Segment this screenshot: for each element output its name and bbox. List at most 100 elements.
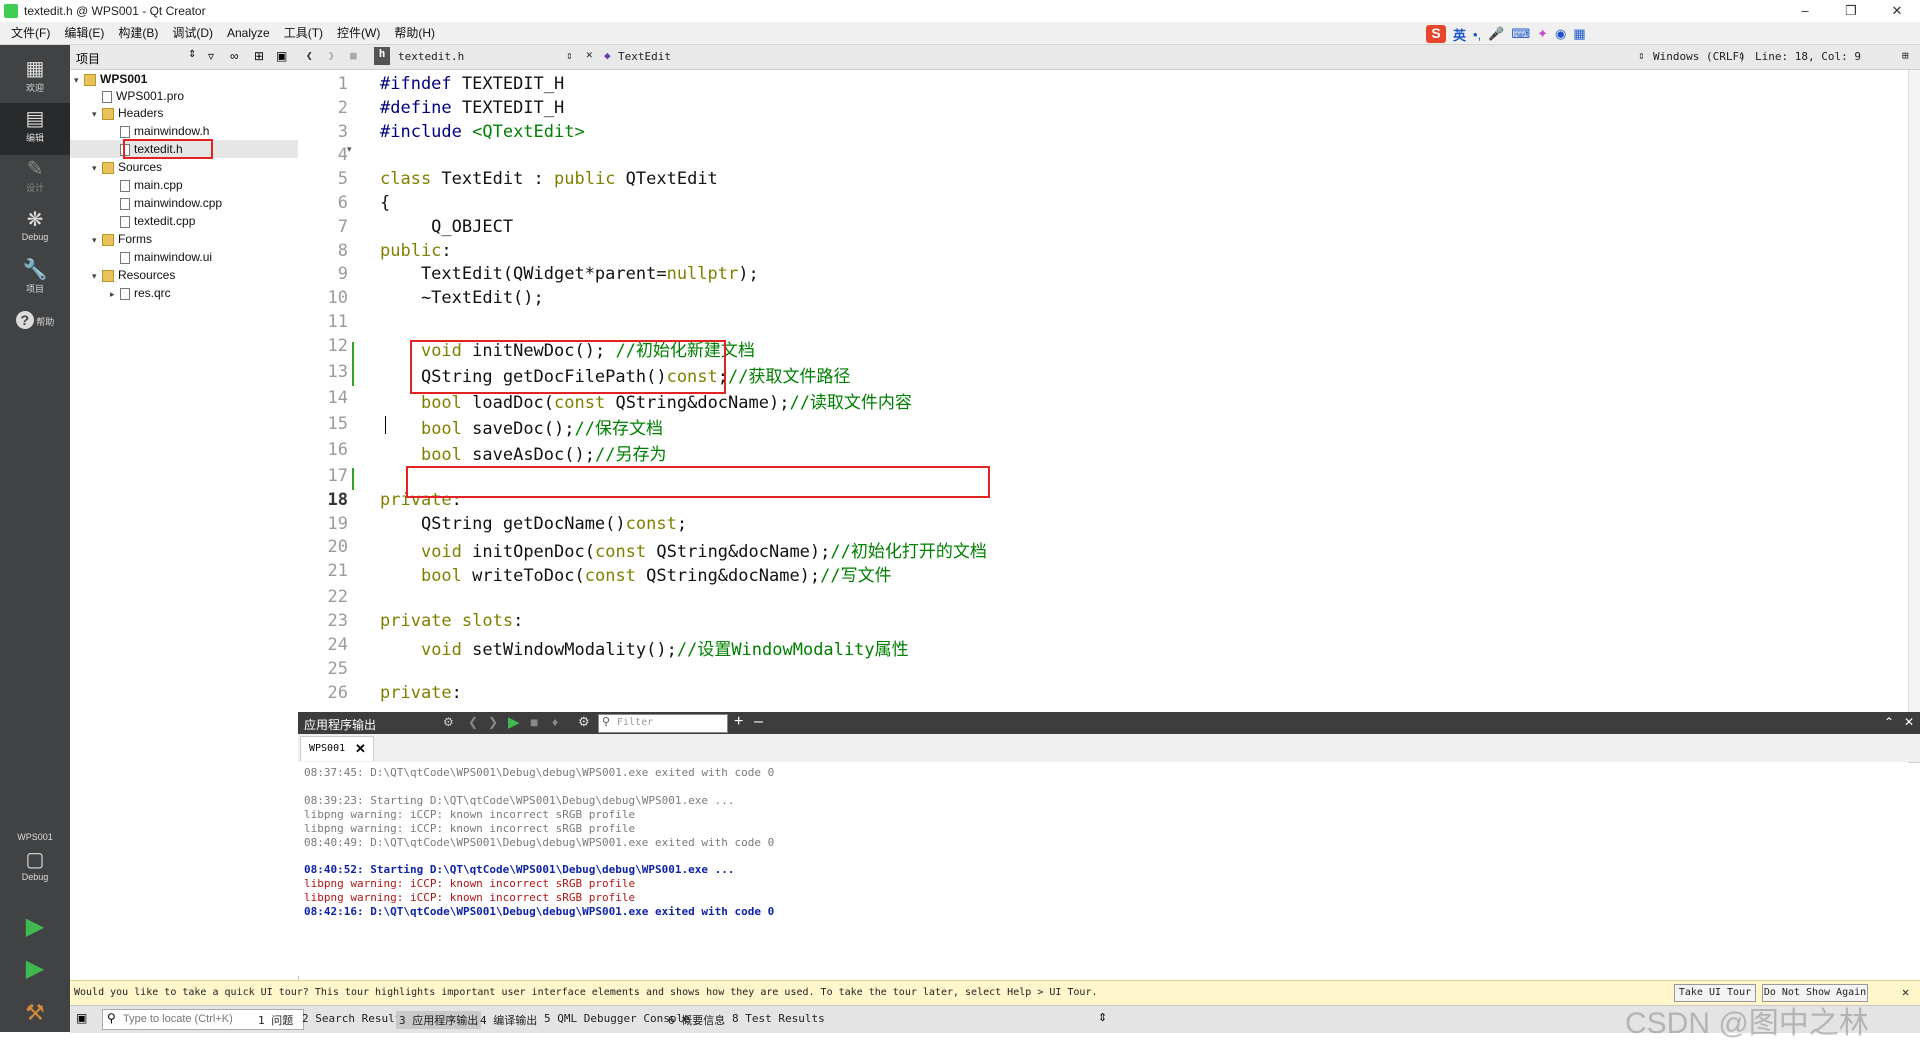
punctuation-icon[interactable]: •, [1473,27,1481,42]
tree-item-file[interactable]: WPS001.pro [92,87,184,105]
maximize-button[interactable]: ❐ [1828,0,1874,22]
tree-item-file[interactable]: mainwindow.h [110,122,209,140]
debug-run-button[interactable]: ▶ [0,957,70,991]
skin-icon[interactable]: ✦ [1537,26,1548,42]
code-token: public [380,240,442,261]
toolbox-icon[interactable]: ▦ [1573,26,1585,42]
cursor-position[interactable]: Line: 18, Col: 9 [1755,50,1861,63]
menu-item[interactable]: 编辑(E) [57,22,111,44]
code-token: void [420,542,473,563]
output-pane-tab[interactable]: 4 编译输出 [480,1012,537,1028]
tree-item-project[interactable]: ▾ WPS001 [74,70,147,88]
ime-lang[interactable]: 英 [1453,25,1466,44]
help-icon: ? [15,311,34,329]
tree-item-file[interactable]: main.cpp [110,176,183,194]
menu-item[interactable]: 文件(F) [4,22,57,44]
link-icon[interactable]: ∞ [230,49,239,63]
keyboard-icon[interactable]: ⌨ [1511,26,1530,42]
line-number: 6 [337,193,348,213]
mode-help[interactable]: ? 帮助 [0,308,70,354]
code-line: #define TEXTEDIT_H [380,98,564,118]
zoom-out-icon[interactable]: – [754,713,763,731]
code-token: TEXTEDIT_H [461,97,565,118]
forward-icon[interactable]: ❯ [328,49,335,62]
mode-welcome[interactable]: ▦ 欢迎 [0,57,70,103]
panel-combo-arrow-icon[interactable]: ⇕ [188,49,196,60]
output-pane-tab[interactable]: 8 Test Results [732,1012,825,1025]
tree-item-folder[interactable]: ▾ Forms [92,230,152,248]
menu-item[interactable]: 控件(W) [330,22,387,44]
microphone-icon[interactable]: 🎤 [1488,26,1504,42]
window-title: textedit.h @ WPS001 - Qt Creator [24,4,206,18]
back-icon[interactable]: ❮ [306,49,313,62]
line-ending-arrow-icon[interactable]: ⇕ [1738,49,1745,62]
fold-marker-icon[interactable]: ▾ [347,144,352,155]
split-icon[interactable]: ⊞ [254,49,264,63]
mode-edit[interactable]: ▤ 编辑 [0,103,70,155]
menu-item[interactable]: 调试(D) [165,22,220,44]
tree-item-file[interactable]: mainwindow.ui [110,248,212,266]
project-panel-title[interactable]: 项目 [76,50,100,67]
search-icon: ⚲ [107,1011,116,1025]
zoom-in-icon[interactable]: + [734,713,743,731]
close-document-icon[interactable]: ✕ [586,48,593,61]
symbol-combo[interactable]: TextEdit [618,50,671,63]
attach-debugger-icon[interactable]: ♦ [552,715,558,729]
menu-bar: 文件(F) 编辑(E) 构建(B) 调试(D) Analyze 工具(T) 控件(W) 帮助(… [0,22,1920,45]
tree-item-file[interactable]: ▸ res.qrc [110,284,171,302]
close-button[interactable]: ✕ [1874,0,1920,22]
output-line: 08:42:16: D:\QT\qtCode\WPS001\Debug\debu… [304,905,775,918]
output-pane-tab[interactable]: 3 应用程序输出 [396,1011,482,1029]
attach-icon[interactable]: ⚙ [443,715,454,729]
output-pane-tab[interactable]: 2 Search Results [302,1012,408,1025]
line-number: 8 [337,240,348,261]
close-tour-icon[interactable]: ✕ [1902,985,1909,999]
mode-design[interactable]: ✎ 设计 [0,157,70,203]
tree-item-folder[interactable]: ▾ Resources [92,266,175,284]
output-tab-wps001[interactable]: WPS001 ✕ [300,736,374,761]
file-combo-arrow-icon[interactable]: ⇕ [566,49,573,62]
output-pane-header: 应用程序输出 ⚙ ❮ ❯ ▶ ■ ♦ ⚙ ⚲ Filter + – ⌃ ✕ [298,712,1920,734]
menu-item[interactable]: 工具(T) [277,22,330,44]
title-bar: textedit.h @ WPS001 - Qt Creator – ❐ ✕ [0,0,1920,23]
tree-item-file[interactable]: mainwindow.cpp [110,194,222,212]
editor-scrollbar[interactable] [1908,70,1920,712]
filter-icon[interactable]: ▿ [208,49,214,63]
edit-icon: ▤ [25,108,45,130]
more-tabs-icon[interactable]: ⇕ [1098,1011,1107,1024]
toggle-sidebar-icon[interactable]: ▣ [76,1011,87,1025]
kit-selector[interactable]: ▢ Debug [0,848,70,894]
settings-icon[interactable]: ⚙ [578,714,590,730]
open-file-combo[interactable]: textedit.h [398,50,464,63]
tree-item-folder[interactable]: ▾ Sources [92,158,162,176]
filter-input[interactable]: ⚲ Filter [598,714,728,733]
sogou-logo-icon[interactable]: S [1426,25,1446,43]
menu-item[interactable]: Analyze [220,22,277,44]
close-panel-icon[interactable]: ▣ [276,49,287,63]
output-pane-tab[interactable]: 1 问题 [258,1012,293,1028]
menu-item[interactable]: 构建(B) [111,22,165,44]
line-ending-combo[interactable]: Windows (CRLF) [1653,50,1746,63]
mode-debug[interactable]: ❋ Debug [0,208,70,254]
close-pane-icon[interactable]: ✕ [1904,715,1914,729]
code-editor[interactable]: 1 2 3 4 5 6 7 8 9 10 11 12 13 14 15 16 17 18 19 20 21 22 23 24 2… [298,70,1908,712]
maximize-pane-icon[interactable]: ⌃ [1884,715,1894,729]
prev-icon[interactable]: ❮ [468,715,478,729]
next-icon[interactable]: ❯ [488,715,498,729]
run-button[interactable]: ▶ [0,915,70,949]
menu-item[interactable]: 帮助(H) [387,22,442,44]
symbol-combo-arrow-icon[interactable]: ⇕ [1638,49,1645,62]
tree-item-folder[interactable]: ▾ Headers [92,104,163,122]
split-editor-icon[interactable]: ⊞ [1902,49,1909,62]
build-button[interactable]: ⚒ [0,1001,70,1035]
gamepad-icon[interactable]: ◉ [1555,26,1566,42]
mode-projects[interactable]: 🔧 项目 [0,258,70,304]
close-tab-icon[interactable]: ✕ [355,741,366,757]
output-pane-tab[interactable]: 6 概要信息 [668,1012,725,1028]
output-log[interactable]: 08:37:45: D:\QT\qtCode\WPS001\Debug\debu… [298,762,1908,976]
tree-item-file[interactable]: textedit.cpp [110,212,195,230]
rerun-icon[interactable]: ▶ [508,713,520,731]
code-token: //初始化打开的文档 [830,542,987,563]
stop-icon[interactable]: ■ [530,714,538,730]
minimize-button[interactable]: – [1782,0,1828,22]
